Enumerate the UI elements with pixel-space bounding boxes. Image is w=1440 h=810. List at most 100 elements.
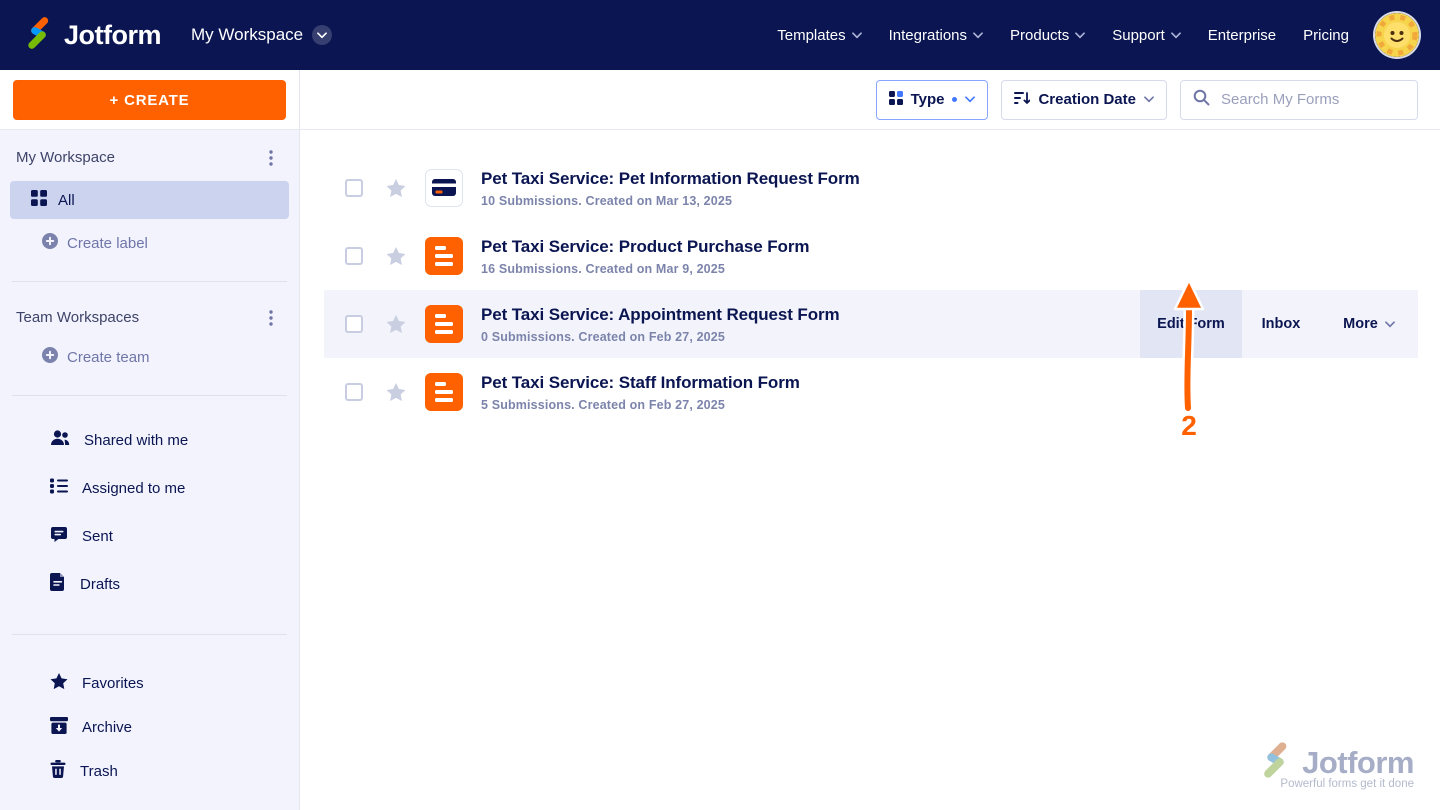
forms-list: Pet Taxi Service: Pet Information Reques…: [300, 130, 1440, 426]
type-filter-label: Type: [911, 91, 945, 108]
nav-link-products[interactable]: Products: [1010, 27, 1085, 44]
plus-circle-icon: [42, 233, 58, 253]
sidebar-divider: [12, 634, 287, 635]
sidebar-body: My Workspace All Create label Team W: [0, 130, 299, 810]
form-row-highlighted[interactable]: Pet Taxi Service: Appointment Request Fo…: [324, 290, 1418, 358]
form-meta: 5 Submissions. Created on Feb 27, 2025: [481, 398, 800, 412]
form-title[interactable]: Pet Taxi Service: Staff Information Form: [481, 373, 800, 393]
payment-form-icon: [425, 169, 463, 207]
sidebar-item-label: Drafts: [80, 576, 120, 593]
watermark-tagline: Powerful forms get it done: [1280, 778, 1414, 790]
grid-icon: [31, 190, 47, 210]
jotform-logo-text: Jotform: [64, 20, 161, 51]
sort-button-label: Creation Date: [1038, 91, 1136, 108]
nav-link-templates[interactable]: Templates: [777, 27, 861, 44]
nav-link-enterprise[interactable]: Enterprise: [1208, 27, 1276, 44]
archive-icon: [50, 717, 68, 738]
form-icon: [425, 237, 463, 275]
chevron-down-icon: [1144, 96, 1154, 103]
drafts-icon: [50, 573, 66, 595]
sidebar-item-shared-with-me[interactable]: Shared with me: [0, 416, 299, 464]
chevron-down-icon: [1075, 32, 1085, 39]
forms-toolbar: Type Creation Date: [300, 70, 1440, 130]
search-icon: [1193, 89, 1210, 111]
form-title[interactable]: Pet Taxi Service: Appointment Request Fo…: [481, 305, 840, 325]
form-row[interactable]: Pet Taxi Service: Staff Information Form…: [324, 358, 1418, 426]
form-title[interactable]: Pet Taxi Service: Product Purchase Form: [481, 237, 809, 257]
jotform-logo-icon: [21, 16, 55, 55]
top-navbar: Jotform My Workspace Templates Integrati…: [0, 0, 1440, 70]
favorite-star-icon[interactable]: [386, 247, 406, 266]
more-button-label: More: [1343, 316, 1378, 332]
create-label-text: Create label: [67, 235, 148, 252]
form-meta: 10 Submissions. Created on Mar 13, 2025: [481, 194, 860, 208]
my-workspace-header: My Workspace: [0, 142, 299, 173]
create-team-text: Create team: [67, 349, 150, 366]
create-team-button[interactable]: Create team: [0, 339, 299, 375]
inbox-button[interactable]: Inbox: [1242, 290, 1320, 358]
type-filter-button[interactable]: Type: [876, 80, 989, 120]
form-icon: [425, 373, 463, 411]
sidebar-create-area: + CREATE: [0, 70, 299, 130]
team-workspaces-header: Team Workspaces: [0, 302, 299, 333]
chevron-down-icon: [965, 96, 975, 103]
kebab-menu-icon[interactable]: [269, 150, 273, 166]
sidebar-item-label: Favorites: [82, 675, 144, 692]
form-row[interactable]: Pet Taxi Service: Product Purchase Form …: [324, 222, 1418, 290]
row-checkbox[interactable]: [345, 383, 363, 401]
favorite-star-icon[interactable]: [386, 315, 406, 334]
sidebar-item-sent[interactable]: Sent: [0, 512, 299, 560]
star-icon: [50, 673, 68, 694]
nav-link-pricing[interactable]: Pricing: [1303, 27, 1349, 44]
sidebar-item-favorites[interactable]: Favorites: [0, 661, 299, 705]
kebab-menu-icon[interactable]: [269, 310, 273, 326]
create-button[interactable]: + CREATE: [13, 80, 286, 120]
more-button[interactable]: More: [1320, 290, 1418, 358]
nav-link-support[interactable]: Support: [1112, 27, 1181, 44]
edit-form-button[interactable]: Edit Form: [1140, 290, 1242, 358]
watermark-logo-text: Jotform: [1302, 745, 1414, 781]
sidebar-item-all-label: All: [58, 192, 75, 209]
create-label-button[interactable]: Create label: [0, 225, 299, 261]
sidebar-item-all[interactable]: All: [10, 181, 289, 219]
chevron-down-icon: [1385, 321, 1395, 328]
favorite-star-icon[interactable]: [386, 179, 406, 198]
main-content: Type Creation Date: [300, 70, 1440, 810]
sidebar-item-assigned-to-me[interactable]: Assigned to me: [0, 464, 299, 512]
form-meta: 0 Submissions. Created on Feb 27, 2025: [481, 330, 840, 344]
people-icon: [50, 429, 70, 451]
sidebar-item-label: Archive: [82, 719, 132, 736]
sidebar-item-drafts[interactable]: Drafts: [0, 560, 299, 608]
sidebar-item-archive[interactable]: Archive: [0, 705, 299, 749]
sidebar-item-label: Sent: [82, 528, 113, 545]
sidebar-item-label: Trash: [80, 763, 118, 780]
form-row-actions: Edit Form Inbox More: [1140, 290, 1418, 358]
search-box: [1180, 80, 1418, 120]
jotform-watermark-logo-icon: [1256, 741, 1294, 784]
workspace-switcher[interactable]: My Workspace: [191, 25, 332, 45]
nav-link-integrations[interactable]: Integrations: [889, 27, 983, 44]
workspace-switcher-label: My Workspace: [191, 25, 303, 45]
assigned-list-icon: [50, 478, 68, 498]
row-checkbox[interactable]: [345, 247, 363, 265]
search-input[interactable]: [1219, 90, 1405, 109]
form-row-text: Pet Taxi Service: Product Purchase Form …: [481, 237, 809, 276]
sent-chat-icon: [50, 526, 68, 547]
row-checkbox[interactable]: [345, 179, 363, 197]
row-checkbox[interactable]: [345, 315, 363, 333]
sort-button[interactable]: Creation Date: [1001, 80, 1167, 120]
form-row[interactable]: Pet Taxi Service: Pet Information Reques…: [324, 154, 1418, 222]
jotform-logo[interactable]: Jotform: [21, 16, 161, 55]
sidebar-item-trash[interactable]: Trash: [0, 749, 299, 793]
form-icon: [425, 305, 463, 343]
favorite-star-icon[interactable]: [386, 383, 406, 402]
navbar-links: Templates Integrations Products Support …: [777, 27, 1349, 44]
user-avatar[interactable]: [1375, 13, 1419, 57]
team-workspaces-label: Team Workspaces: [16, 309, 139, 326]
type-grid-icon: [889, 91, 903, 109]
sidebar-item-label: Assigned to me: [82, 480, 185, 497]
form-title[interactable]: Pet Taxi Service: Pet Information Reques…: [481, 169, 860, 189]
chevron-down-icon: [312, 25, 332, 45]
form-row-text: Pet Taxi Service: Appointment Request Fo…: [481, 305, 840, 344]
form-row-text: Pet Taxi Service: Pet Information Reques…: [481, 169, 860, 208]
